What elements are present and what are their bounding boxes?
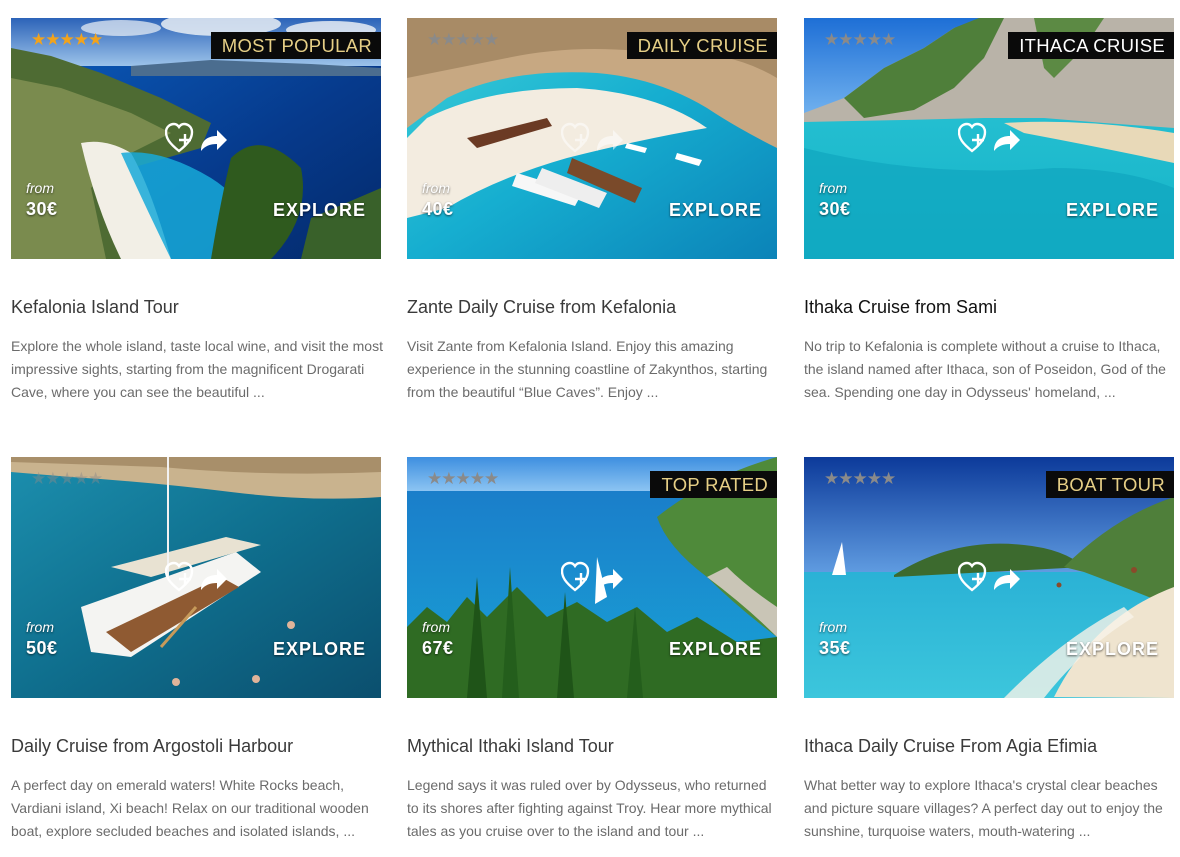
explore-link[interactable]: EXPLORE xyxy=(1066,200,1159,221)
favorite-share-icons xyxy=(958,122,1020,153)
from-label: from xyxy=(422,180,450,196)
tour-title[interactable]: Kefalonia Island Tour xyxy=(11,297,179,318)
share-arrow-icon[interactable] xyxy=(994,130,1020,151)
heart-plus-icon[interactable] xyxy=(958,122,987,153)
tour-description: Visit Zante from Kefalonia Island. Enjoy… xyxy=(407,338,768,400)
from-label: from xyxy=(819,619,847,635)
tour-description: A perfect day on emerald waters! White R… xyxy=(11,777,369,839)
heart-plus-icon[interactable] xyxy=(561,122,590,153)
price: 40€ xyxy=(422,199,454,219)
tour-photo[interactable]: ★★★★★ TOP RATED from 67€ EXPLORE xyxy=(407,457,777,698)
price: 50€ xyxy=(26,638,58,658)
price: 35€ xyxy=(819,638,851,658)
price: 67€ xyxy=(422,638,454,658)
from-label: from xyxy=(26,619,54,635)
heart-plus-icon[interactable] xyxy=(165,561,194,592)
tour-card[interactable]: ★★★★★ BOAT TOUR from 35€ EXPLORE Ithaca … xyxy=(804,457,1174,839)
tour-photo[interactable]: ★★★★★ from 50€ EXPLORE xyxy=(11,457,381,698)
badge-label: DAILY CRUISE xyxy=(626,32,777,59)
explore-link[interactable]: EXPLORE xyxy=(1066,639,1159,660)
tour-description: Explore the whole island, taste local wi… xyxy=(11,338,383,400)
tour-photo[interactable]: ★★★★★ DAILY CRUISE from 40€ EXPLORE xyxy=(407,18,777,259)
favorite-share-icons xyxy=(561,122,623,153)
tour-photo[interactable]: ★★★★★ MOST POPULAR from 30€ EXPLORE xyxy=(11,18,381,259)
share-arrow-icon[interactable] xyxy=(994,569,1020,590)
rating-stars: ★★★★★ xyxy=(824,469,896,489)
badge-label: TOP RATED xyxy=(650,471,777,498)
favorite-share-icons xyxy=(958,561,1020,592)
explore-link[interactable]: EXPLORE xyxy=(273,200,366,221)
tour-card[interactable]: ★★★★★ TOP RATED from 67€ EXPLORE Mythica… xyxy=(407,457,777,839)
tour-description: Legend says it was ruled over by Odysseu… xyxy=(407,777,772,839)
tour-title[interactable]: Zante Daily Cruise from Kefalonia xyxy=(407,297,676,318)
heart-plus-icon[interactable] xyxy=(958,561,987,592)
tour-card[interactable]: ★★★★★ DAILY CRUISE from 40€ EXPLORE Zant… xyxy=(407,18,777,400)
rating-stars: ★★★★★ xyxy=(427,469,499,489)
from-label: from xyxy=(26,180,54,196)
share-arrow-icon[interactable] xyxy=(597,130,623,151)
tour-title[interactable]: Ithaca Daily Cruise From Agia Efimia xyxy=(804,736,1097,757)
favorite-share-icons xyxy=(165,561,227,592)
favorite-share-icons xyxy=(165,122,227,153)
favorite-share-icons xyxy=(561,561,623,592)
explore-link[interactable]: EXPLORE xyxy=(669,639,762,660)
share-arrow-icon[interactable] xyxy=(201,569,227,590)
price: 30€ xyxy=(819,199,851,219)
heart-plus-icon[interactable] xyxy=(165,122,194,153)
explore-link[interactable]: EXPLORE xyxy=(273,639,366,660)
badge-label: ITHACA CRUISE xyxy=(1008,32,1174,59)
rating-stars: ★★★★★ xyxy=(824,30,896,50)
tour-title[interactable]: Ithaka Cruise from Sami xyxy=(804,297,997,318)
tour-card[interactable]: ★★★★★ from 50€ EXPLORE Daily Cruise from… xyxy=(11,457,381,839)
from-label: from xyxy=(422,619,450,635)
from-label: from xyxy=(819,180,847,196)
share-arrow-icon[interactable] xyxy=(597,569,623,590)
tour-card[interactable]: ★★★★★ MOST POPULAR from 30€ EXPLORE Kefa… xyxy=(11,18,383,400)
tour-description: What better way to explore Ithaca's crys… xyxy=(804,777,1163,839)
rating-stars: ★★★★★ xyxy=(31,469,103,489)
heart-plus-icon[interactable] xyxy=(561,561,590,592)
badge-label: BOAT TOUR xyxy=(1045,471,1174,498)
price: 30€ xyxy=(26,199,58,219)
rating-stars: ★★★★★ xyxy=(427,30,499,50)
tour-card[interactable]: ★★★★★ ITHACA CRUISE from 30€ EXPLORE Ith… xyxy=(804,18,1174,400)
tour-title[interactable]: Mythical Ithaki Island Tour xyxy=(407,736,614,757)
tour-photo[interactable]: ★★★★★ BOAT TOUR from 35€ EXPLORE xyxy=(804,457,1174,698)
badge-label: MOST POPULAR xyxy=(210,32,381,59)
explore-link[interactable]: EXPLORE xyxy=(669,200,762,221)
share-arrow-icon[interactable] xyxy=(201,130,227,151)
tour-description: No trip to Kefalonia is complete without… xyxy=(804,338,1166,400)
tour-photo[interactable]: ★★★★★ ITHACA CRUISE from 30€ EXPLORE xyxy=(804,18,1174,259)
tour-title[interactable]: Daily Cruise from Argostoli Harbour xyxy=(11,736,293,757)
rating-stars: ★★★★★ xyxy=(31,30,103,50)
